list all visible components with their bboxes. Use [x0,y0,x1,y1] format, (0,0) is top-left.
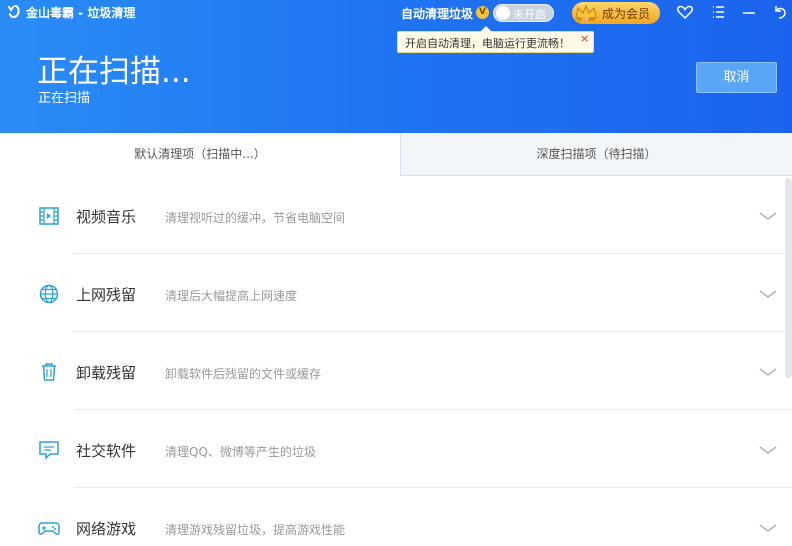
item-title: 社交软件 [76,442,137,460]
item-title: 网络游戏 [76,520,137,538]
svg-text:VIP: VIP [581,17,590,23]
menu-icon[interactable] [709,3,727,21]
scrollbar[interactable] [785,178,792,378]
app-title: 金山毒霸 - 垃圾清理 [26,6,136,20]
scan-title: 正在扫描... [37,54,191,90]
item-title: 视频音乐 [76,208,137,226]
app-window: 金山毒霸 - 垃圾清理 自动清理垃圾 V 未开启 VIP 成为会员 开启自动清理… [0,0,792,546]
chevron-down-icon[interactable] [758,444,778,456]
auto-clean-tooltip: 开启自动清理，电脑运行更流畅！ × [397,26,594,53]
toggle-status-text: 未开启 [513,8,546,21]
chevron-down-icon[interactable] [758,210,778,222]
auto-clean-toggle[interactable]: 未开启 [493,4,554,22]
list-item-social-software[interactable]: 社交软件 清理QQ、微博等产生的垃圾 [0,410,792,488]
become-vip-button[interactable]: VIP 成为会员 [572,2,660,24]
tooltip-text: 开启自动清理，电脑运行更流畅！ [405,37,570,50]
tab-default-clean[interactable]: 默认清理项（扫描中...） [0,133,400,176]
tab-bar: 默认清理项（扫描中...） 深度扫描项（待扫描） [0,133,792,176]
list-item-web-residue[interactable]: 上网残留 清理后大幅提高上网速度 [0,254,792,332]
minimize-icon[interactable] [740,3,758,21]
gamepad-icon [38,522,60,535]
tooltip-close-icon[interactable]: × [580,32,589,45]
trash-icon [42,363,56,381]
chat-icon [39,441,59,460]
item-description: 清理游戏残留垃圾，提高游戏性能 [165,523,346,537]
item-description: 清理QQ、微博等产生的垃圾 [165,445,316,459]
film-icon [39,207,59,225]
list-item-video-music[interactable]: 视频音乐 清理视听过的缓冲，节省电脑空间 [0,176,792,254]
item-title: 上网残留 [76,286,137,304]
auto-clean-label: 自动清理垃圾 [401,7,474,21]
clean-item-list: 视频音乐 清理视听过的缓冲，节省电脑空间 上网残留 清理后大幅提高上网速度 卸载… [0,176,792,546]
tab-deep-scan[interactable]: 深度扫描项（待扫描） [400,133,792,176]
chevron-down-icon[interactable] [758,288,778,300]
crown-icon: VIP [575,4,597,23]
globe-icon [39,284,59,304]
vip-v-icon: V [476,6,489,19]
item-description: 清理视听过的缓冲，节省电脑空间 [165,211,346,225]
scan-subtitle: 正在扫描 [38,91,91,106]
logo-icon [8,5,20,19]
header: 金山毒霸 - 垃圾清理 自动清理垃圾 V 未开启 VIP 成为会员 开启自动清理… [0,0,792,133]
cancel-button[interactable]: 取消 [696,62,777,93]
heart-icon[interactable] [676,3,694,21]
list-item-online-games[interactable]: 网络游戏 清理游戏残留垃圾，提高游戏性能 [0,488,792,546]
item-title: 卸载残留 [76,364,137,382]
back-icon[interactable] [771,3,789,21]
chevron-down-icon[interactable] [758,522,778,534]
list-item-uninstall-residue[interactable]: 卸载残留 卸载软件后残留的文件或缓存 [0,332,792,410]
titlebar: 金山毒霸 - 垃圾清理 自动清理垃圾 V 未开启 VIP 成为会员 [0,0,792,26]
toggle-knob [496,6,510,20]
become-vip-label: 成为会员 [602,7,651,21]
item-description: 清理后大幅提高上网速度 [165,289,298,303]
chevron-down-icon[interactable] [758,366,778,378]
item-description: 卸载软件后残留的文件或缓存 [165,367,322,381]
